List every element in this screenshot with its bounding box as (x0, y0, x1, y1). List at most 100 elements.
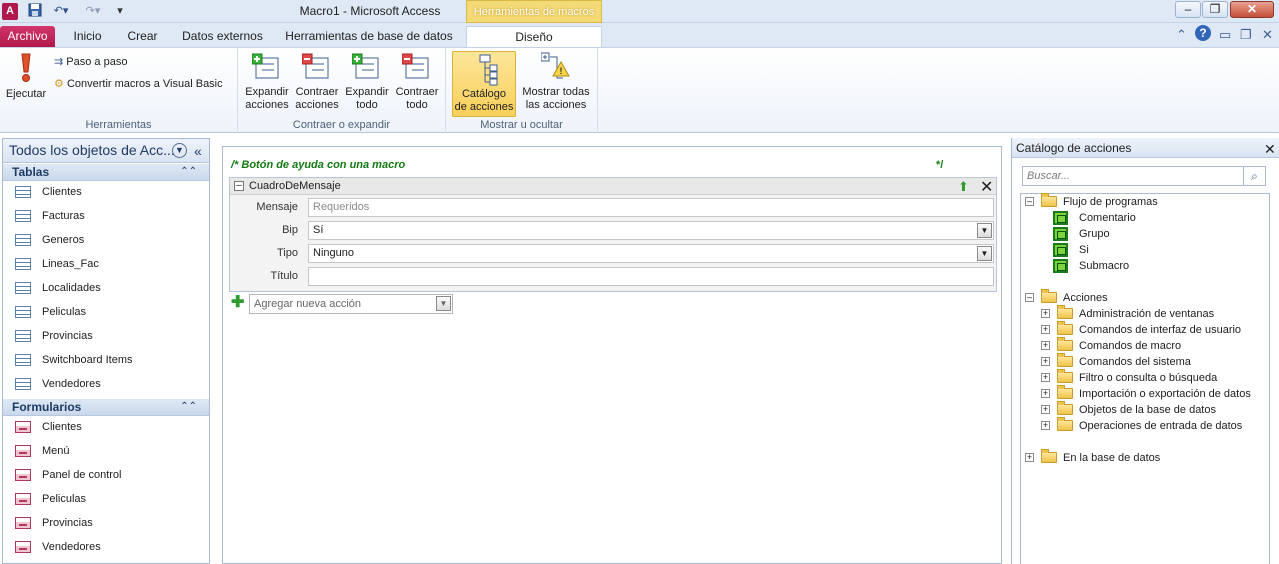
expand-node-icon[interactable]: + (1041, 325, 1050, 334)
tree-node-action-group[interactable]: + Administración de ventanas (1025, 305, 1271, 322)
tipo-select[interactable]: Ninguno ▼ (308, 244, 994, 263)
collapse-node-icon[interactable]: – (1025, 293, 1034, 302)
nav-table-item[interactable]: Facturas (3, 205, 209, 227)
tab-diseno[interactable]: Diseño (466, 26, 602, 47)
tab-crear[interactable]: Crear (120, 26, 165, 47)
nav-table-item[interactable]: Peliculas (3, 301, 209, 323)
expand-node-icon[interactable]: + (1041, 421, 1050, 430)
tab-archivo[interactable]: Archivo (0, 26, 55, 47)
tab-herramientas-base-datos[interactable]: Herramientas de base de datos (280, 26, 458, 47)
catalog-search-input[interactable]: Buscar... (1022, 166, 1244, 186)
bip-select[interactable]: Sí ▼ (308, 221, 994, 240)
minimize-ribbon-icon[interactable]: ⌃ (1176, 27, 1187, 43)
nav-form-item[interactable]: Vendedores (3, 536, 209, 558)
chevron-down-icon[interactable]: ▼ (977, 246, 992, 261)
nav-table-item[interactable]: Vendedores (3, 373, 209, 395)
close-icon[interactable]: ✕ (1264, 139, 1276, 159)
minimize-icon[interactable]: – (1175, 1, 1201, 18)
nav-section-formularios[interactable]: Formularios ⌃⌃ (3, 399, 209, 416)
nav-table-item[interactable]: Provincias (3, 325, 209, 347)
tree-node-action-group[interactable]: + Filtro o consulta o búsqueda (1025, 369, 1271, 386)
tree-node-en-bd[interactable]: + En la base de datos (1025, 449, 1265, 466)
doc-minimize-icon[interactable]: ▭ (1219, 27, 1231, 43)
show-all-actions-icon: ! (541, 52, 570, 79)
restore-icon[interactable]: ❐ (1202, 1, 1228, 18)
expand-node-icon[interactable]: + (1041, 405, 1050, 414)
move-up-icon[interactable]: ⬆ (958, 180, 972, 193)
nav-table-item[interactable]: Lineas_Fac (3, 253, 209, 275)
tree-item-grupo[interactable]: Grupo (1025, 226, 1265, 242)
tab-inicio[interactable]: Inicio (65, 26, 110, 47)
doc-close-icon[interactable]: ✕ (1262, 27, 1273, 43)
expand-node-icon[interactable]: + (1041, 357, 1050, 366)
search-icon[interactable]: ⌕ (1244, 166, 1266, 186)
expandir-acciones-label-2: acciones (245, 99, 289, 111)
close-window-icon[interactable]: ✕ (1230, 1, 1274, 18)
expand-node-icon[interactable]: + (1041, 341, 1050, 350)
tree-item-si[interactable]: Si (1025, 242, 1265, 258)
nav-form-item[interactable]: Panel de control (3, 464, 209, 486)
tree-node-action-group[interactable]: + Operaciones de entrada de datos (1025, 417, 1271, 434)
chevron-down-icon[interactable]: ▼ (436, 296, 451, 311)
contraer-acciones-button[interactable]: Contraer acciones (294, 52, 340, 112)
collapse-node-icon[interactable]: – (1025, 197, 1034, 206)
table-icon (15, 354, 31, 366)
convertir-macros-button[interactable]: ⚙ Convertir macros a Visual Basic (54, 77, 223, 90)
ribbon: Ejecutar ⇉ Paso a paso ⚙ Convertir macro… (0, 47, 1279, 133)
titulo-input[interactable] (308, 267, 994, 286)
add-action-select[interactable]: Agregar nueva acción ▼ (249, 294, 453, 314)
mostrar-todas-acciones-button[interactable]: ! Mostrar todas las acciones (520, 52, 592, 112)
arg-row-bip: Bip Sí ▼ (230, 220, 996, 241)
nav-form-item[interactable]: Provincias (3, 512, 209, 534)
group-label-herramientas: Herramientas (85, 119, 152, 131)
collapse-action-icon[interactable]: – (234, 181, 244, 191)
tree-node-action-group[interactable]: + Objetos de la base de datos (1025, 401, 1271, 418)
tree-node-action-group[interactable]: + Importación o exportación de datos (1025, 385, 1271, 402)
mensaje-input[interactable]: Requeridos (308, 198, 994, 217)
tab-datos-externos[interactable]: Datos externos (175, 26, 270, 47)
nav-form-item[interactable]: Clientes (3, 416, 209, 438)
expand-node-icon[interactable]: + (1041, 389, 1050, 398)
folder-icon (1057, 353, 1073, 367)
contraer-todo-button[interactable]: Contraer todo (394, 52, 440, 112)
action-header[interactable]: – CuadroDeMensaje ⬆ ✕ (230, 177, 996, 197)
group-label-mostrar: Mostrar u ocultar (480, 119, 563, 131)
nav-section-tablas[interactable]: Tablas ⌃⌃ (3, 164, 209, 181)
tree-item-submacro[interactable]: Submacro (1025, 258, 1265, 274)
tree-node-acciones[interactable]: – Acciones (1025, 289, 1265, 306)
tree-label: Grupo (1079, 228, 1110, 240)
expandir-todo-button[interactable]: Expandir todo (344, 52, 390, 112)
tree-node-action-group[interactable]: + Comandos de interfaz de usuario (1025, 321, 1271, 338)
expand-node-icon[interactable]: + (1041, 373, 1050, 382)
nav-table-item[interactable]: Localidades (3, 277, 209, 299)
ejecutar-button[interactable]: Ejecutar (4, 52, 48, 101)
doc-restore-icon[interactable]: ❐ (1240, 27, 1252, 43)
tree-label: Flujo de programas (1063, 196, 1158, 208)
nav-table-item[interactable]: Clientes (3, 181, 209, 203)
action-block[interactable]: – CuadroDeMensaje ⬆ ✕ Mensaje Requeridos… (229, 177, 997, 292)
delete-action-icon[interactable]: ✕ (980, 177, 993, 197)
macro-editor[interactable]: /* Botón de ayuda con una macro */ – Cua… (222, 146, 1002, 564)
nav-table-item[interactable]: Generos (3, 229, 209, 251)
nav-header[interactable]: Todos los objetos de Acc... ▼ « (3, 139, 209, 163)
group-label-contraer: Contraer o expandir (292, 119, 391, 131)
expand-node-icon[interactable]: + (1025, 453, 1034, 462)
tree-label: En la base de datos (1063, 452, 1161, 464)
nav-table-item[interactable]: Switchboard Items (3, 349, 209, 371)
catalogo-acciones-button[interactable]: Catálogo de acciones (452, 51, 516, 117)
paso-a-paso-button[interactable]: ⇉ Paso a paso (54, 55, 127, 68)
chevron-down-icon[interactable]: ▼ (172, 143, 187, 158)
nav-form-item[interactable]: Menú (3, 440, 209, 462)
help-icon[interactable]: ? (1195, 25, 1211, 41)
collapse-pane-icon[interactable]: « (194, 140, 202, 163)
tree-node-action-group[interactable]: + Comandos del sistema (1025, 353, 1271, 370)
tree-node-action-group[interactable]: + Comandos de macro (1025, 337, 1271, 354)
expandir-acciones-button[interactable]: Expandir acciones (244, 52, 290, 112)
nav-form-item[interactable]: Peliculas (3, 488, 209, 510)
macro-comment[interactable]: /* Botón de ayuda con una macro (231, 159, 1001, 171)
tree-node-flujo[interactable]: – Flujo de programas (1025, 193, 1265, 210)
convertir-label: Convertir macros a Visual Basic (66, 78, 223, 90)
expand-node-icon[interactable]: + (1041, 309, 1050, 318)
tree-item-comentario[interactable]: Comentario (1025, 210, 1265, 226)
chevron-down-icon[interactable]: ▼ (977, 223, 992, 238)
